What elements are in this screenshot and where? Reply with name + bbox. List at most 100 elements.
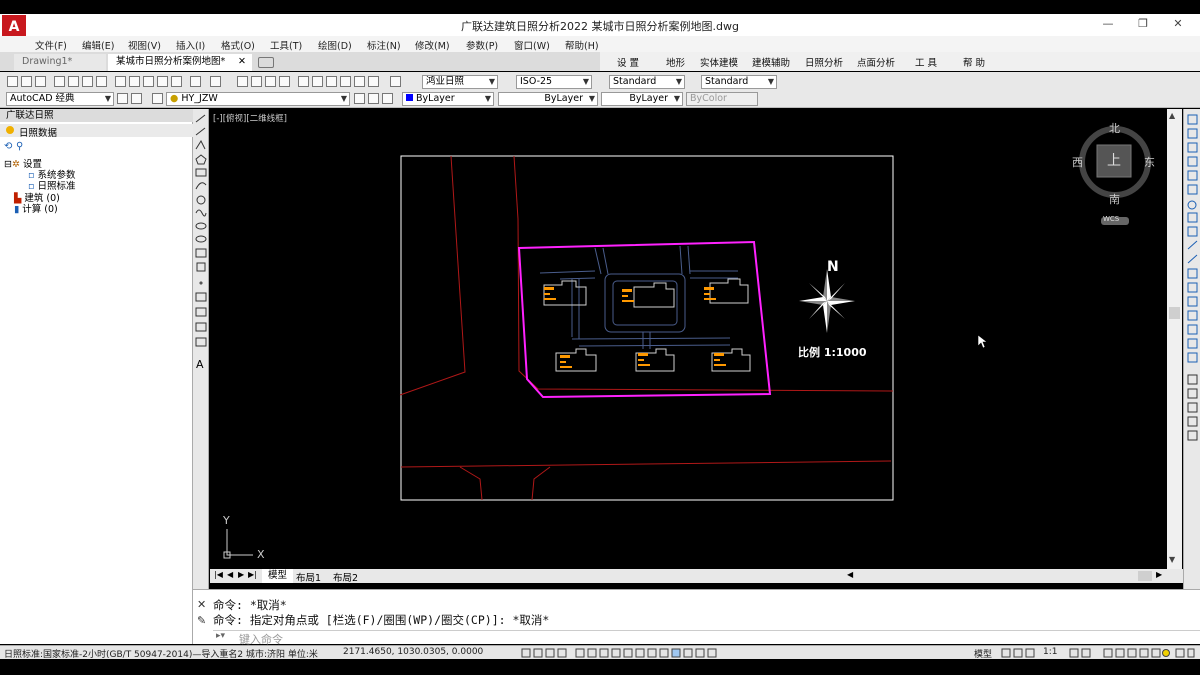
- match-properties-icon[interactable]: [157, 76, 168, 87]
- first-layout-icon[interactable]: |◀: [214, 570, 223, 579]
- zoom-previous-icon[interactable]: [279, 76, 290, 87]
- linetype-combo[interactable]: ByLayer ▼: [498, 92, 598, 106]
- workspace-save-icon[interactable]: [131, 93, 142, 104]
- compass-east[interactable]: 东: [1144, 154, 1155, 170]
- scroll-up-icon[interactable]: ▲: [1169, 111, 1175, 120]
- minimize-button[interactable]: —: [1098, 17, 1118, 31]
- compass-west[interactable]: 西: [1072, 154, 1083, 170]
- layer-previous-icon[interactable]: [368, 93, 379, 104]
- workspace-combo[interactable]: AutoCAD 经典 ▼: [6, 92, 114, 106]
- tab-drawing1[interactable]: Drawing1*: [14, 54, 106, 71]
- compass-north[interactable]: 北: [1109, 120, 1120, 136]
- menu-edit[interactable]: 编辑(E): [82, 38, 114, 52]
- pan-icon[interactable]: [237, 76, 248, 87]
- plot-icon[interactable]: [96, 76, 107, 87]
- tab-model[interactable]: 模型: [262, 569, 294, 583]
- close-tab-icon[interactable]: ✕: [238, 54, 246, 70]
- hscroll-left-icon[interactable]: ◀: [847, 570, 853, 579]
- color-combo[interactable]: ByLayer ▼: [402, 92, 494, 106]
- prev-layout-icon[interactable]: ◀: [227, 570, 233, 579]
- block-editor-icon[interactable]: [171, 76, 182, 87]
- style-combo[interactable]: 鸿业日照 ▼: [422, 75, 498, 89]
- layer-state-icon[interactable]: [382, 93, 393, 104]
- restore-button[interactable]: ❐: [1133, 17, 1153, 31]
- tab-layout1[interactable]: 布局1: [296, 570, 321, 584]
- zoom-window-icon[interactable]: [265, 76, 276, 87]
- status-tray-icons[interactable]: [1000, 648, 1196, 658]
- ribbon-settings[interactable]: 设 置: [617, 55, 639, 69]
- new-tab-icon[interactable]: [258, 57, 274, 68]
- ribbon-solid-modeling[interactable]: 实体建模: [700, 55, 738, 69]
- layer-manager-icon[interactable]: [152, 93, 163, 104]
- coordinate-readout[interactable]: 2171.4650, 1030.0305, 0.0000: [343, 647, 483, 657]
- tab-sunlight-data[interactable]: 日照数据: [19, 125, 57, 139]
- wrench-icon[interactable]: ✎: [197, 614, 206, 627]
- model-space-button[interactable]: 模型: [974, 647, 992, 660]
- print-preview-icon[interactable]: [68, 76, 79, 87]
- undo-icon[interactable]: [190, 76, 201, 87]
- help-icon[interactable]: [390, 76, 401, 87]
- drafting-toggle-icons[interactable]: [520, 648, 720, 658]
- cut-icon[interactable]: [115, 76, 126, 87]
- tab-layout2[interactable]: 布局2: [333, 570, 358, 584]
- last-layout-icon[interactable]: ▶|: [248, 570, 257, 579]
- wcs-menu[interactable]: WCS: [1103, 215, 1119, 223]
- menu-tools[interactable]: 工具(T): [270, 38, 302, 52]
- dim-style-combo[interactable]: ISO-25 ▼: [516, 75, 592, 89]
- markup-icon[interactable]: [354, 76, 365, 87]
- next-layout-icon[interactable]: ▶: [238, 570, 244, 579]
- workspace-settings-icon[interactable]: [117, 93, 128, 104]
- menu-help[interactable]: 帮助(H): [565, 38, 599, 52]
- tool-palettes-icon[interactable]: [326, 76, 337, 87]
- hscroll-thumb[interactable]: [1138, 571, 1152, 581]
- zoom-realtime-icon[interactable]: [251, 76, 262, 87]
- menu-format[interactable]: 格式(O): [221, 38, 255, 52]
- tree-item-calculation[interactable]: ▮ 计算 (0): [14, 201, 58, 215]
- sheet-set-icon[interactable]: [340, 76, 351, 87]
- command-input[interactable]: ▸▾ 键入命令: [213, 630, 1200, 646]
- scroll-down-icon[interactable]: ▼: [1169, 555, 1175, 564]
- ribbon-terrain[interactable]: 地形: [666, 55, 685, 69]
- menu-file[interactable]: 文件(F): [35, 38, 67, 52]
- redo-icon[interactable]: [210, 76, 221, 87]
- refresh-icon[interactable]: ⟲: [4, 141, 12, 152]
- table-style-combo[interactable]: Standard ▼: [701, 75, 777, 89]
- draw-tool-icons[interactable]: A: [193, 113, 209, 393]
- menu-modify[interactable]: 修改(M): [415, 38, 450, 52]
- save-icon[interactable]: [35, 76, 46, 87]
- drawing-canvas[interactable]: [-][俯视][二维线框] N 比例 1:1000 北 南 东 西 上 WCS …: [210, 109, 1167, 568]
- calculator-icon[interactable]: [368, 76, 379, 87]
- modify-tool-icons[interactable]: [1184, 113, 1200, 453]
- hscroll-right-icon[interactable]: ▶: [1156, 570, 1162, 579]
- print-icon[interactable]: [54, 76, 65, 87]
- scroll-thumb[interactable]: [1169, 307, 1180, 319]
- viewcube-top-face[interactable]: 上: [1107, 150, 1121, 170]
- ribbon-modeling-aid[interactable]: 建模辅助: [752, 55, 790, 69]
- ribbon-help[interactable]: 帮 助: [963, 55, 985, 69]
- menu-window[interactable]: 窗口(W): [514, 38, 550, 52]
- menu-insert[interactable]: 插入(I): [176, 38, 205, 52]
- ribbon-sunlight-analysis[interactable]: 日照分析: [805, 55, 843, 69]
- compass-south[interactable]: 南: [1109, 191, 1120, 207]
- status-tray[interactable]: [1000, 648, 1196, 658]
- text-style-combo[interactable]: Standard ▼: [609, 75, 685, 89]
- search-icon[interactable]: ⚲: [16, 141, 23, 152]
- ribbon-tools[interactable]: 工 具: [915, 55, 937, 69]
- lineweight-combo[interactable]: ByLayer ▼: [601, 92, 683, 106]
- menu-parameters[interactable]: 参数(P): [466, 38, 498, 52]
- new-file-icon[interactable]: [7, 76, 18, 87]
- properties-icon[interactable]: [298, 76, 309, 87]
- design-center-icon[interactable]: [312, 76, 323, 87]
- close-button[interactable]: ✕: [1168, 17, 1188, 31]
- menu-dimension[interactable]: 标注(N): [367, 38, 401, 52]
- ribbon-point-area-analysis[interactable]: 点面分析: [857, 55, 895, 69]
- open-file-icon[interactable]: [21, 76, 32, 87]
- paste-icon[interactable]: [143, 76, 154, 87]
- tab-current-drawing[interactable]: 某城市日照分析案例地图* ✕: [108, 54, 252, 71]
- layer-combo[interactable]: ● HY_JZW ▼: [166, 92, 350, 106]
- menu-draw[interactable]: 绘图(D): [318, 38, 352, 52]
- make-current-layer-icon[interactable]: [354, 93, 365, 104]
- drafting-toggles[interactable]: [520, 648, 720, 658]
- publish-icon[interactable]: [82, 76, 93, 87]
- close-command-icon[interactable]: ✕: [197, 598, 206, 611]
